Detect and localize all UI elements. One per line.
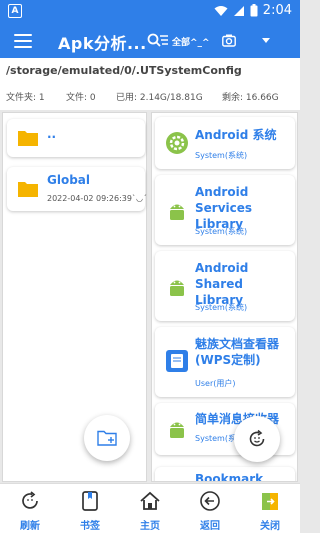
chevron-down-icon[interactable]	[262, 38, 270, 43]
gear-icon	[166, 132, 188, 154]
app-type: System(系统)	[195, 227, 248, 236]
current-path: /storage/emulated/0/.UTSystemConfig	[6, 64, 242, 77]
folder-add-icon	[97, 430, 117, 446]
nav-refresh[interactable]: 刷新	[0, 484, 60, 533]
app-item[interactable]: Android Shared Library System(系统)	[155, 251, 295, 321]
nav-close[interactable]: 关闭	[240, 484, 300, 533]
notification-icon: A	[8, 4, 22, 18]
app-name: Android 系统	[195, 128, 277, 142]
used-storage: 已用: 2.14G/18.81G	[116, 93, 203, 103]
app-type: User(用户)	[195, 379, 236, 388]
signal-icon	[233, 5, 244, 16]
new-folder-button[interactable]	[84, 415, 130, 461]
back-arrow-icon	[200, 491, 220, 511]
app-name: Android Shared Library	[195, 261, 249, 307]
nav-label: 刷新	[20, 521, 40, 532]
status-bar: A 2:04	[0, 0, 300, 24]
clock: 2:04	[262, 3, 292, 18]
nav-home[interactable]: 主页	[120, 484, 180, 533]
folder-name: Global	[47, 173, 91, 187]
nav-label: 主页	[140, 521, 160, 532]
refresh-fab-button[interactable]	[234, 416, 280, 462]
folder-date: 2022-04-02 09:26:39`◡´	[47, 194, 147, 203]
free-storage: 剩余: 16.66G	[222, 93, 279, 103]
wifi-icon	[214, 5, 228, 16]
nav-label: 书签	[80, 521, 100, 532]
app-item[interactable]: Bookmark	[155, 467, 295, 482]
home-icon	[140, 491, 160, 510]
folder-item-parent[interactable]: ..	[7, 119, 145, 157]
exit-door-icon	[262, 493, 278, 510]
app-type: System(系统)	[195, 303, 248, 312]
app-name: Android Services Library	[195, 185, 253, 231]
folder-icon	[18, 182, 38, 197]
app-name: Bookmark	[195, 472, 264, 482]
file-count: 文件: 0	[66, 93, 96, 103]
folder-item-global[interactable]: Global 2022-04-02 09:26:39`◡´	[7, 167, 147, 211]
folder-name: ..	[47, 127, 57, 141]
refresh-face-icon	[249, 429, 265, 447]
nav-label: 关闭	[260, 521, 280, 532]
folder-count: 文件夹: 1	[6, 93, 45, 103]
search-list-icon[interactable]	[147, 33, 169, 49]
camera-icon[interactable]	[222, 34, 236, 47]
path-panel: /storage/emulated/0/.UTSystemConfig 文件夹:…	[0, 58, 300, 110]
app-name: 魅族文档查看器 (WPS定制)	[195, 337, 280, 367]
bottom-navigation: 刷新 书签 主页 返回 关闭	[0, 483, 300, 533]
bookmark-icon	[82, 491, 98, 511]
app-item[interactable]: Android 系统 System(系统)	[155, 117, 295, 169]
battery-icon	[250, 4, 258, 17]
android-icon	[170, 204, 184, 220]
android-icon	[170, 422, 184, 438]
refresh-icon	[22, 491, 38, 509]
filter-dropdown[interactable]: 全部^_^	[172, 35, 210, 48]
nav-back[interactable]: 返回	[180, 484, 240, 533]
android-icon	[170, 280, 184, 296]
app-title: Apk分析...	[58, 34, 147, 53]
nav-bookmarks[interactable]: 书签	[60, 484, 120, 533]
nav-label: 返回	[200, 521, 220, 532]
app-item[interactable]: Android Services Library System(系统)	[155, 175, 295, 245]
menu-icon[interactable]	[14, 34, 32, 48]
app-bar: Apk分析... 全部^_^	[0, 24, 300, 58]
folder-icon	[18, 131, 38, 146]
app-type: System(系统)	[195, 151, 248, 160]
app-item[interactable]: 魅族文档查看器 (WPS定制) User(用户)	[155, 327, 295, 397]
document-app-icon	[166, 350, 188, 372]
